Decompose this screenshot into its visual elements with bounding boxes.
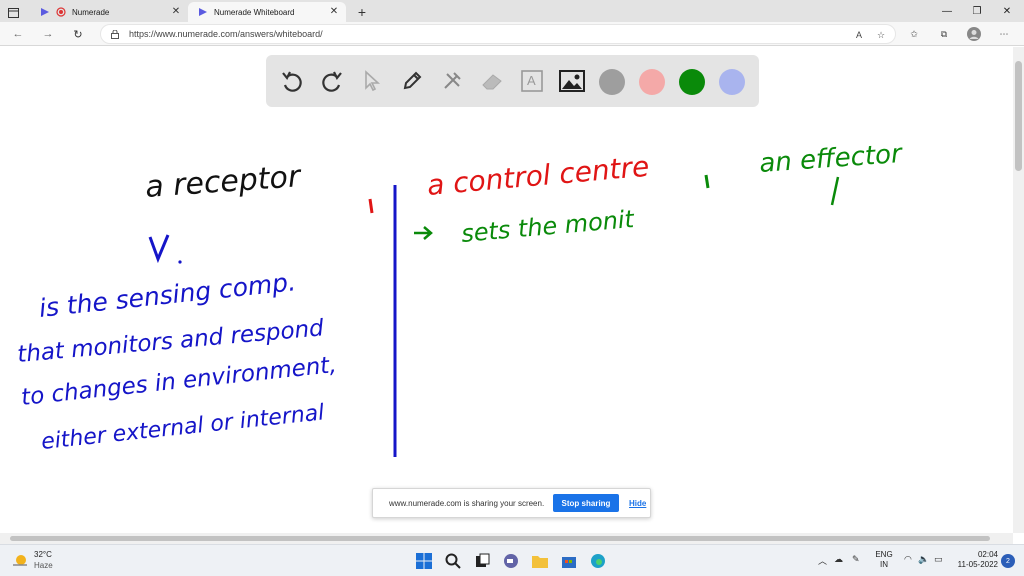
address-bar-row: ← → ↻ https://www.numerade.com/answers/w… [0,22,1024,46]
edge-browser-icon[interactable] [588,551,608,571]
favorites-list-icon[interactable]: ✩ [906,27,922,41]
weather-haze-icon [13,555,27,566]
store-icon[interactable] [559,551,579,571]
red-comma-left [368,198,374,214]
clock[interactable]: 02:04 11-05-2022 [952,550,998,570]
numerade-logo-icon [40,7,50,17]
url-text: https://www.numerade.com/answers/whitebo… [129,29,323,39]
read-aloud-icon[interactable]: A [851,28,867,42]
green-comma [704,174,710,189]
forward-icon[interactable]: → [40,26,56,42]
dot-mark [178,260,182,264]
minimize-button[interactable]: — [932,2,962,20]
lock-icon [111,30,119,39]
green-arrow [414,226,433,240]
tab-numerade[interactable]: Numerade ✕ [30,2,188,22]
pen-tray-icon[interactable]: ✎ [852,554,860,565]
recording-icon [56,7,66,17]
notification-badge[interactable]: 2 [1001,554,1015,568]
chat-icon[interactable] [501,551,521,571]
effector-descender [830,176,840,206]
clock-date: 11-05-2022 [957,560,998,569]
screen-share-banner: www.numerade.com is sharing your screen.… [372,488,651,518]
profile-avatar[interactable] [966,27,982,41]
refresh-icon[interactable]: ↻ [70,26,86,42]
file-explorer-icon[interactable] [530,551,550,571]
more-options-icon[interactable]: ⋯ [996,27,1012,41]
close-tab-icon[interactable]: ✕ [328,6,340,18]
handwriting-left-line-4: either external or internal [40,400,325,455]
handwriting-right-heading: an effector [758,139,905,179]
handwriting-middle-body: sets the monit [460,205,637,248]
lang-line-2: IN [880,560,888,569]
show-hidden-icons[interactable]: ︿ [818,554,827,567]
favorite-icon[interactable]: ☆ [873,28,889,42]
scroll-thumb[interactable] [1015,61,1022,171]
search-icon[interactable] [443,551,463,571]
handwriting-middle-heading: a control centre [426,150,651,202]
horizontal-scrollbar[interactable] [0,533,1013,544]
clock-time: 02:04 [977,550,998,559]
share-message: www.numerade.com is sharing your screen. [389,498,545,508]
scroll-thumb[interactable] [10,536,990,541]
close-window-button[interactable]: ✕ [992,2,1022,20]
collections-icon[interactable]: ⧉ [936,27,952,41]
wifi-icon[interactable]: ◠ [904,554,912,565]
handwriting-layer: a receptor is the sensing comp. that mon… [16,139,905,457]
input-language[interactable]: ENG IN [874,550,894,570]
handwriting-left-heading: a receptor [144,159,303,205]
handwriting-left-line-1: is the sensing comp. [38,267,298,323]
back-icon[interactable]: ← [10,26,26,42]
onedrive-icon[interactable]: ☁ [834,554,843,565]
volume-icon[interactable]: 🔈 [918,554,929,565]
arrow-down-mark [148,234,170,264]
whiteboard-canvas[interactable]: A a receptor is the sensing comp. that m… [0,47,1013,533]
weather-temperature: 32°C [34,550,52,559]
maximize-button[interactable]: ❐ [962,2,992,20]
lang-line-1: ENG [875,550,893,559]
task-view-icon[interactable] [472,551,492,571]
close-tab-icon[interactable]: ✕ [170,6,182,18]
battery-icon[interactable]: ▭ [934,554,943,565]
vertical-scrollbar[interactable] [1013,47,1024,533]
tab-strip: Numerade ✕ Numerade Whiteboard ✕ + — ❐ ✕ [0,0,1024,22]
tab-title: Numerade Whiteboard [214,7,295,17]
taskbar: 32°C Haze ︿ ☁ ✎ ENG IN ◠ 🔈 ▭ 02:04 11-05… [0,544,1024,576]
windows-start-icon[interactable] [414,551,434,571]
tab-actions-icon[interactable] [8,5,20,18]
hide-link[interactable]: Hide [629,499,646,508]
numerade-logo-icon [198,7,208,17]
stop-sharing-button[interactable]: Stop sharing [553,494,619,512]
weather-description: Haze [34,561,53,570]
address-bar[interactable]: https://www.numerade.com/answers/whitebo… [100,24,896,44]
screen: Numerade ✕ Numerade Whiteboard ✕ + — ❐ ✕… [0,0,1024,576]
tab-numerade-whiteboard[interactable]: Numerade Whiteboard ✕ [188,2,346,22]
new-tab-button[interactable]: + [352,2,372,22]
tab-title: Numerade [72,7,110,17]
